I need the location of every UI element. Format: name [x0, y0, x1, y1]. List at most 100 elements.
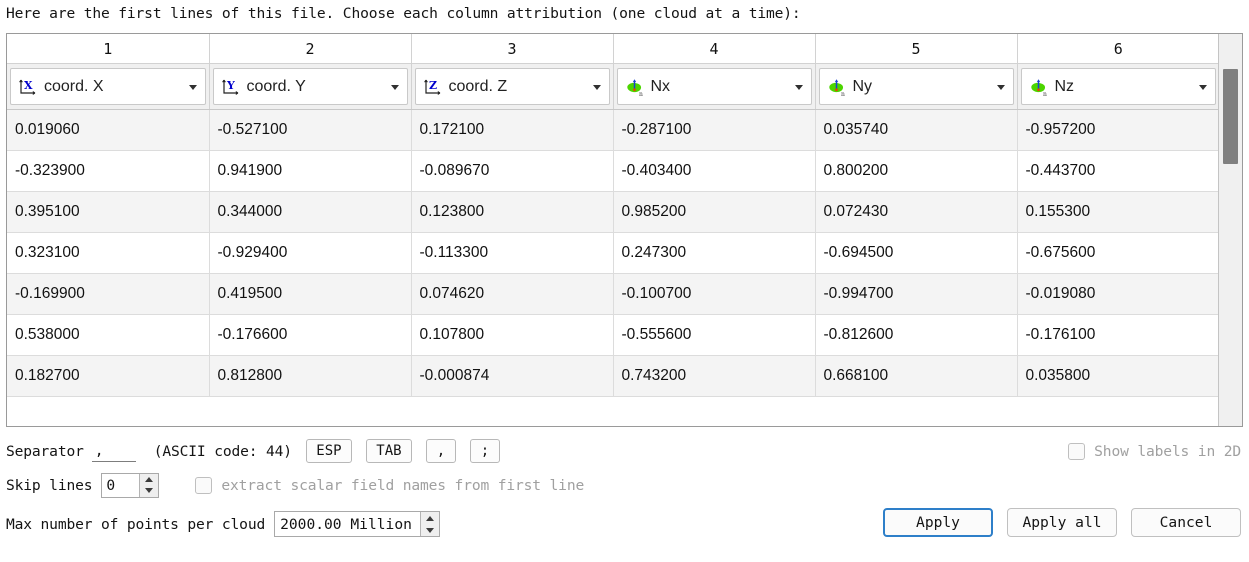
- table-cell: 0.123800: [411, 191, 614, 233]
- separator-row: Separator (ASCII code: 44) ESP TAB , ;: [6, 438, 500, 464]
- table-cell: -0.169900: [7, 273, 210, 315]
- show-labels-in-2d-option[interactable]: Show labels in 2D: [1068, 438, 1241, 464]
- extract-field-names-checkbox[interactable]: [195, 476, 213, 494]
- max-points-row: Max number of points per cloud 2000.00 M…: [6, 510, 441, 538]
- table-cell: 0.035800: [1017, 355, 1219, 397]
- svg-text:n: n: [1043, 91, 1047, 97]
- chevron-down-icon[interactable]: [592, 84, 601, 90]
- column-attribution-dropdown-2[interactable]: Y coord. Y: [212, 68, 408, 105]
- svg-text:n: n: [841, 91, 845, 97]
- column-number-1: 1: [7, 34, 210, 64]
- extract-field-names-label: extract scalar field names from first li…: [221, 476, 585, 494]
- max-points-stepper[interactable]: 2000.00 Million: [274, 511, 441, 537]
- table-cell: -0.957200: [1017, 109, 1219, 151]
- column-assignment-label-6: Nz: [1054, 77, 1075, 95]
- skip-lines-spin-buttons[interactable]: [139, 473, 159, 497]
- preview-table: 1 2 3 4 5 6 X coord. X Y coord. Y Z coor…: [7, 34, 1219, 397]
- column-attribution-dropdown-1[interactable]: X coord. X: [10, 68, 206, 105]
- column-attribution-dropdown-4[interactable]: n Nx: [616, 68, 812, 105]
- column-assignment-label-3: coord. Z: [448, 77, 508, 95]
- normal-vector-icon: n: [1030, 78, 1047, 97]
- column-attribution-dropdown-5[interactable]: n Ny: [818, 68, 1014, 105]
- column-number-3: 3: [411, 34, 614, 64]
- table-cell: -0.000874: [411, 355, 614, 397]
- chevron-down-icon[interactable]: [188, 84, 197, 90]
- table-cell: 0.668100: [815, 355, 1018, 397]
- chevron-down-icon[interactable]: [996, 84, 1005, 90]
- table-column-number-row: 1 2 3 4 5 6: [7, 34, 1219, 64]
- dialog-intro-text: Here are the first lines of this file. C…: [6, 5, 801, 22]
- ascii-code-text: (ASCII code: 44): [153, 442, 292, 460]
- separator-semicolon-button[interactable]: ;: [469, 439, 500, 463]
- table-cell: -0.019080: [1017, 273, 1219, 315]
- table-cell: -0.100700: [613, 273, 816, 315]
- normal-vector-icon: n: [626, 78, 643, 97]
- table-cell: -0.527100: [209, 109, 412, 151]
- axis-y-icon: Y: [221, 79, 238, 95]
- max-points-value: 2000.00 Million: [280, 515, 412, 533]
- table-cell: 0.985200: [613, 191, 816, 233]
- column-assignment-cell-2: Y coord. Y: [209, 63, 412, 110]
- separator-label: Separator: [6, 442, 84, 460]
- extract-field-names-option[interactable]: extract scalar field names from first li…: [195, 476, 585, 494]
- spinner-up-icon[interactable]: [140, 474, 158, 486]
- table-cell: -0.287100: [613, 109, 816, 151]
- table-cell: -0.403400: [613, 150, 816, 192]
- cancel-button[interactable]: Cancel: [1131, 508, 1241, 537]
- skip-lines-label: Skip lines: [6, 476, 93, 494]
- column-assignment-cell-3: Z coord. Z: [411, 63, 614, 110]
- table-cell: 0.419500: [209, 273, 412, 315]
- svg-text:Y: Y: [226, 79, 235, 92]
- table-cell: 0.800200: [815, 150, 1018, 192]
- table-cell: 0.182700: [7, 355, 210, 397]
- table-row: 0.182700 0.812800 -0.000874 0.743200 0.6…: [7, 355, 1219, 397]
- column-assignment-label-5: Ny: [852, 77, 873, 95]
- table-cell: -0.176100: [1017, 314, 1219, 356]
- separator-esp-button[interactable]: ESP: [305, 439, 352, 463]
- normal-vector-icon: n: [828, 78, 845, 97]
- max-points-label: Max number of points per cloud: [6, 515, 266, 533]
- show-labels-checkbox[interactable]: [1068, 442, 1086, 460]
- skip-lines-value: 0: [106, 476, 116, 494]
- table-cell: -0.443700: [1017, 150, 1219, 192]
- table-cell: 0.247300: [613, 232, 816, 274]
- column-number-5: 5: [815, 34, 1018, 64]
- column-attribution-dropdown-6[interactable]: n Nz: [1020, 68, 1216, 105]
- table-cell: 0.072430: [815, 191, 1018, 233]
- table-cell: -0.089670: [411, 150, 614, 192]
- svg-text:n: n: [639, 91, 643, 97]
- separator-input[interactable]: [91, 440, 136, 462]
- show-labels-label: Show labels in 2D: [1094, 442, 1241, 460]
- max-points-spin-buttons[interactable]: [420, 512, 440, 536]
- table-cell: -0.323900: [7, 150, 210, 192]
- table-cell: 0.323100: [7, 232, 210, 274]
- table-cell: 0.035740: [815, 109, 1018, 151]
- spinner-down-icon[interactable]: [140, 485, 158, 497]
- chevron-down-icon[interactable]: [794, 84, 803, 90]
- table-cell: 0.538000: [7, 314, 210, 356]
- skip-lines-row: Skip lines 0 extract scalar field names …: [6, 472, 584, 498]
- skip-lines-stepper[interactable]: 0: [101, 472, 160, 498]
- spinner-up-icon[interactable]: [421, 512, 439, 524]
- apply-all-button[interactable]: Apply all: [1007, 508, 1117, 537]
- chevron-down-icon[interactable]: [1199, 84, 1207, 90]
- apply-button[interactable]: Apply: [883, 508, 993, 537]
- separator-comma-button[interactable]: ,: [425, 439, 456, 463]
- column-assignment-label-1: coord. X: [44, 77, 104, 95]
- table-vertical-scrollbar[interactable]: [1218, 34, 1242, 426]
- table-cell: -0.929400: [209, 232, 412, 274]
- separator-tab-button[interactable]: TAB: [365, 439, 412, 463]
- scrollbar-thumb[interactable]: [1223, 69, 1238, 164]
- chevron-down-icon[interactable]: [390, 84, 399, 90]
- svg-text:Z: Z: [429, 79, 437, 92]
- preview-table-scroll-area: 1 2 3 4 5 6 X coord. X Y coord. Y Z coor…: [7, 34, 1219, 426]
- column-assignment-cell-5: n Ny: [815, 63, 1018, 110]
- spinner-down-icon[interactable]: [421, 524, 439, 536]
- column-assignment-label-2: coord. Y: [246, 77, 306, 95]
- table-row: 0.538000 -0.176600 0.107800 -0.555600 -0…: [7, 314, 1219, 356]
- svg-text:X: X: [24, 79, 33, 92]
- column-assignment-label-4: Nx: [650, 77, 671, 95]
- column-attribution-dropdown-3[interactable]: Z coord. Z: [414, 68, 610, 105]
- column-assignment-cell-6: n Nz: [1017, 63, 1219, 110]
- preview-table-frame: 1 2 3 4 5 6 X coord. X Y coord. Y Z coor…: [6, 33, 1243, 427]
